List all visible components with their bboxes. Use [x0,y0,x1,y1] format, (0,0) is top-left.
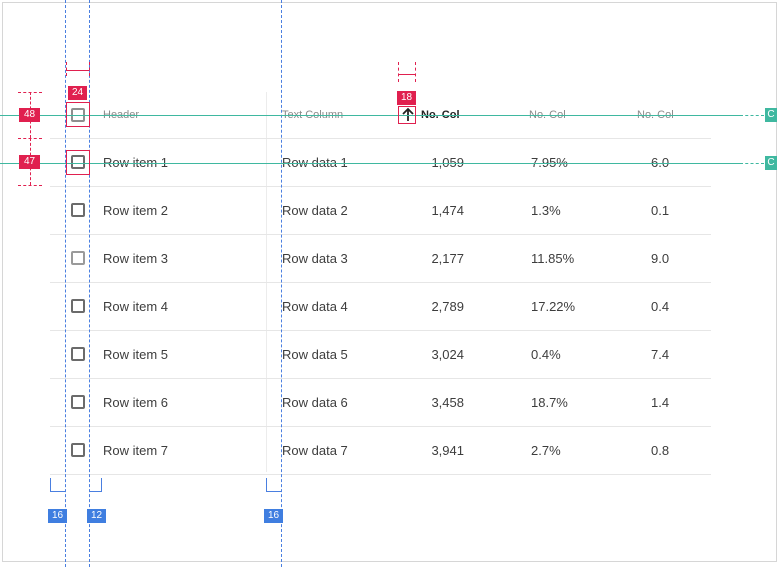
row-percent: 0.4% [531,347,561,362]
row-baseline-tag: C [765,156,777,170]
sort-icon-highlight [398,106,416,124]
row-checkbox[interactable] [71,299,85,313]
row-number: 2,789 [431,299,464,314]
row-item: Row item 3 [103,251,169,266]
measure-tick [101,478,102,492]
row-value: 1.4 [651,395,670,410]
measure-tick [266,478,267,492]
row-checkbox[interactable] [71,443,85,457]
row-item: Row item 4 [103,299,169,314]
row-value: 0.4 [651,299,670,314]
measure-tick [18,185,42,186]
measure-tick [89,62,90,76]
guide-line [65,0,66,567]
table-row[interactable]: Row item 2 Row data 2 1,474 1.3% 0.1 [50,187,711,235]
row-item: Row item 6 [103,395,169,410]
table-row[interactable]: Row item 3 Row data 3 2,177 11.85% 9.0 [50,235,711,283]
row-checkbox[interactable] [71,251,85,265]
row-text: Row data 4 [282,299,348,314]
checkbox-width-measure [66,70,89,71]
row-checkbox[interactable] [71,203,85,217]
row-text: Row data 5 [282,347,348,362]
row-item: Row item 2 [103,203,169,218]
row-number: 3,024 [431,347,464,362]
checkbox-gap-label: 12 [87,509,106,523]
measure-tick [66,62,67,76]
row-text: Row data 6 [282,395,348,410]
measure-tick [398,62,399,82]
row-baseline-guide [0,163,740,164]
table-row[interactable]: Row item 7 Row data 7 3,941 2.7% 0.8 [50,427,711,475]
row-value: 0.1 [651,203,670,218]
checkbox-highlight [66,150,90,175]
checkbox-gap-measure [89,491,101,492]
row-number: 3,458 [431,395,464,410]
row-number: 1,474 [431,203,464,218]
row-percent: 11.85% [531,251,575,266]
row-percent: 18.7% [531,395,568,410]
table-row[interactable]: Row item 6 Row data 6 3,458 18.7% 1.4 [50,379,711,427]
row-height-label: 47 [19,155,40,169]
row-percent: 17.22% [531,299,576,314]
checkbox-size-label: 24 [68,86,87,100]
table-row[interactable]: Row item 5 Row data 5 3,024 0.4% 7.4 [50,331,711,379]
left-padding-label: 16 [48,509,67,523]
row-number: 2,177 [431,251,464,266]
table-row[interactable]: Row item 4 Row data 4 2,789 17.22% 0.4 [50,283,711,331]
header-baseline-tag: C [765,108,777,122]
row-item: Row item 7 [103,443,169,458]
row-baseline-guide-tail [740,163,764,164]
row-text: Row data 2 [282,203,348,218]
row-checkbox[interactable] [71,395,85,409]
row-item: Row item 5 [103,347,169,362]
row-percent: 1.3% [531,203,561,218]
divider-padding-measure [266,491,281,492]
row-value: 0.8 [651,443,670,458]
header-baseline-guide [0,115,740,116]
row-value: 7.4 [651,347,670,362]
left-padding-measure [50,491,65,492]
guide-line [281,0,282,567]
measure-tick [415,62,416,82]
row-percent: 2.7% [531,443,561,458]
header-baseline-guide-tail [740,115,764,116]
divider-padding-label: 16 [264,509,283,523]
row-text: Row data 3 [282,251,348,266]
checkbox-highlight [66,102,90,127]
row-text: Row data 7 [282,443,348,458]
row-checkbox[interactable] [71,347,85,361]
measure-tick [50,478,51,492]
icon-size-label: 18 [397,91,416,105]
guide-line [89,0,90,567]
header-height-label: 48 [19,108,40,122]
row-value: 9.0 [651,251,670,266]
icon-width-measure [398,74,416,75]
row-number: 3,941 [431,443,464,458]
